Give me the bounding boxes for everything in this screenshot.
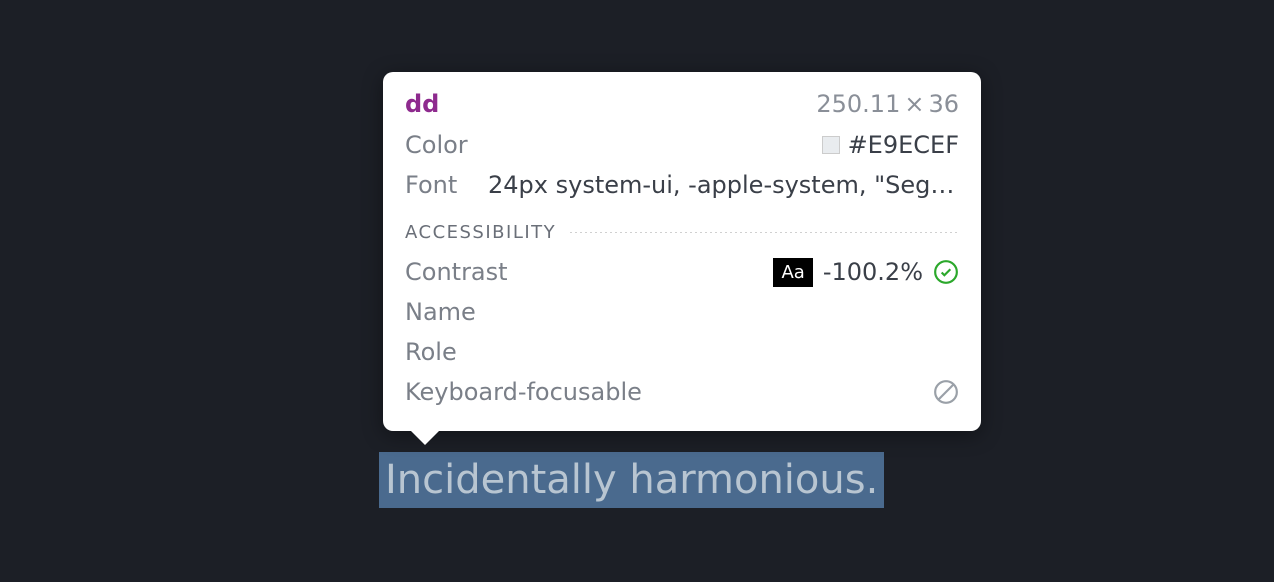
- element-dimensions: 250.11×36: [816, 90, 959, 118]
- not-allowed-icon: [933, 379, 959, 405]
- contrast-value: -100.2%: [823, 258, 923, 286]
- keyboard-focusable-row: Keyboard-focusable: [405, 375, 959, 409]
- color-value-wrap: #E9ECEF: [822, 131, 959, 159]
- contrast-row: Contrast Aa -100.2%: [405, 255, 959, 289]
- contrast-value-wrap: Aa -100.2%: [773, 258, 959, 287]
- role-row: Role: [405, 335, 959, 369]
- name-row: Name: [405, 295, 959, 329]
- color-value: #E9ECEF: [848, 131, 959, 159]
- check-circle-icon: [933, 259, 959, 285]
- keyboard-focusable-label: Keyboard-focusable: [405, 378, 642, 406]
- color-row: Color #E9ECEF: [405, 128, 959, 162]
- highlighted-text: Incidentally harmonious.: [385, 457, 878, 503]
- accessibility-title: ACCESSIBILITY: [405, 222, 556, 243]
- times-symbol: ×: [904, 90, 924, 118]
- element-tag-name: dd: [405, 90, 439, 118]
- role-label: Role: [405, 338, 457, 366]
- contrast-label: Contrast: [405, 258, 508, 286]
- font-label: Font: [405, 171, 480, 199]
- accessibility-section-header: ACCESSIBILITY: [405, 222, 959, 243]
- dimension-height: 36: [928, 90, 959, 118]
- font-row: Font 24px system-ui, -apple-system, "Seg…: [405, 168, 959, 202]
- color-swatch: [822, 136, 840, 154]
- keyboard-focusable-value: [933, 379, 959, 405]
- color-label: Color: [405, 131, 480, 159]
- contrast-sample-badge: Aa: [773, 258, 812, 287]
- name-label: Name: [405, 298, 476, 326]
- font-value: 24px system-ui, -apple-system, "Segoe…: [488, 171, 959, 199]
- element-inspector-tooltip: dd 250.11×36 Color #E9ECEF Font 24px sys…: [383, 72, 981, 431]
- section-divider: [570, 232, 959, 233]
- dimension-width: 250.11: [816, 90, 900, 118]
- inspected-element-highlight: Incidentally harmonious.: [379, 452, 884, 508]
- tooltip-header: dd 250.11×36: [405, 90, 959, 118]
